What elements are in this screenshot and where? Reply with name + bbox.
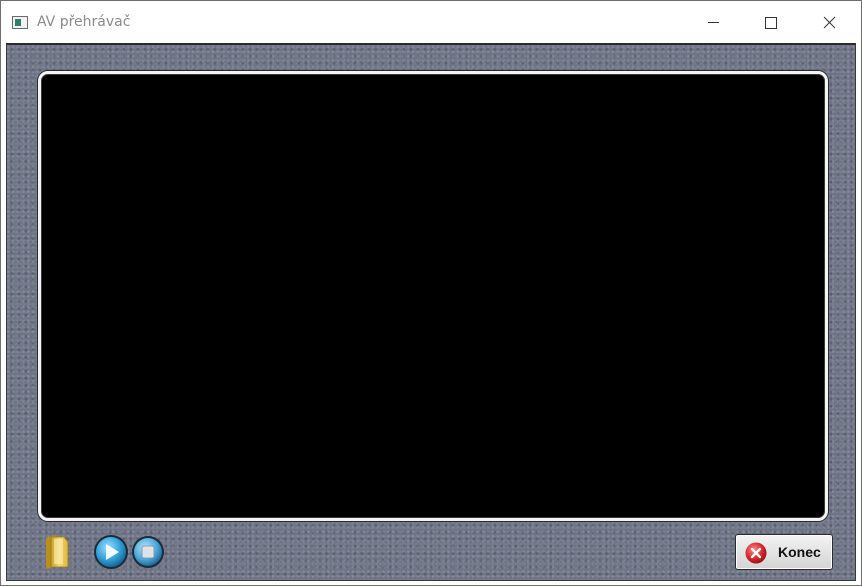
- app-window: AV přehrávač Konec: [0, 0, 862, 586]
- play-button[interactable]: [93, 534, 129, 570]
- minimize-button[interactable]: [684, 1, 742, 42]
- maximize-button[interactable]: [742, 1, 800, 42]
- close-button[interactable]: [800, 1, 860, 42]
- folder-icon: [46, 535, 69, 569]
- maximize-icon: [765, 17, 777, 29]
- exit-button[interactable]: Konec: [735, 534, 833, 570]
- stop-icon: [132, 536, 164, 568]
- title-bar[interactable]: AV přehrávač: [1, 1, 861, 42]
- stop-button[interactable]: [131, 535, 165, 569]
- video-display[interactable]: [38, 71, 828, 521]
- app-icon: [12, 16, 28, 29]
- minimize-icon: [708, 22, 719, 23]
- exit-button-label: Konec: [778, 544, 821, 560]
- close-circle-icon: [745, 542, 767, 564]
- open-file-button[interactable]: [42, 534, 72, 570]
- play-icon: [94, 535, 128, 569]
- player-panel: Konec: [6, 43, 856, 581]
- app-icon-pane: [15, 19, 21, 26]
- window-title: AV přehrávač: [37, 14, 131, 30]
- close-icon: [823, 16, 836, 29]
